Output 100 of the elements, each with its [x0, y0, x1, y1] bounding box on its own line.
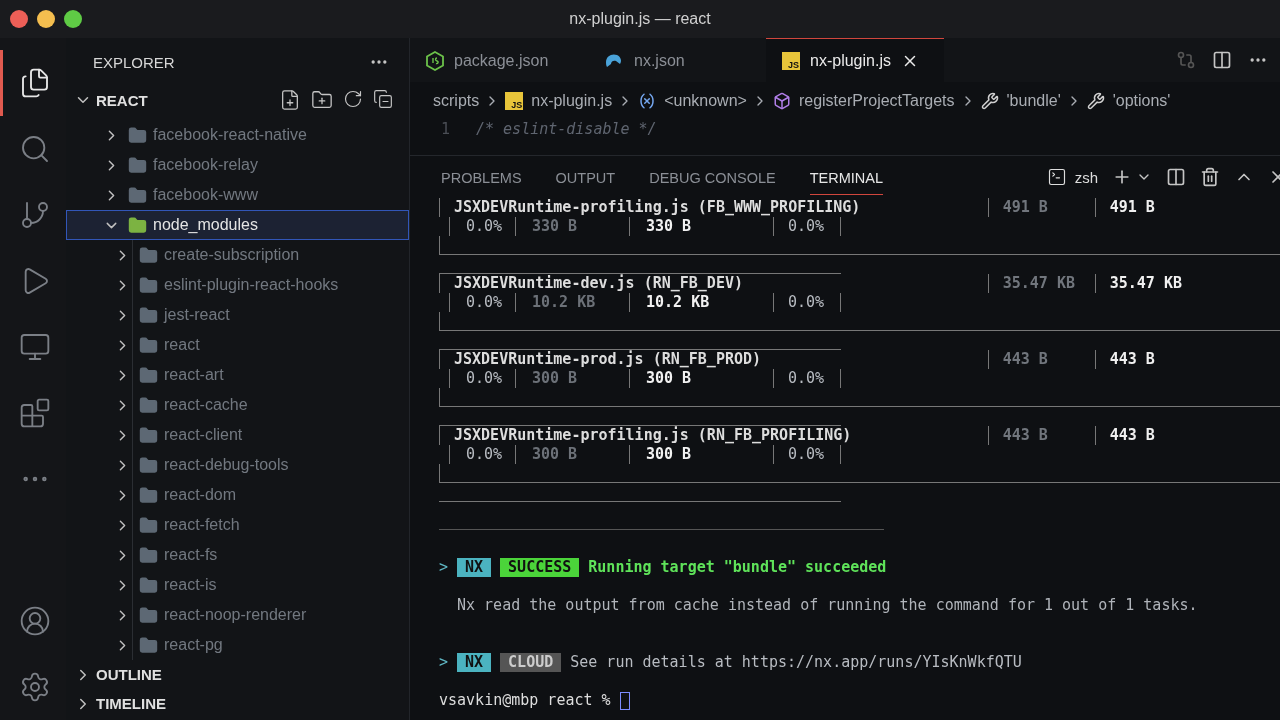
tree-item[interactable]: eslint-plugin-react-hooks	[66, 270, 409, 300]
item-name: react-debug-tools	[164, 456, 289, 474]
tree-item[interactable]: react-debug-tools	[66, 450, 409, 480]
panel-tab[interactable]: TERMINAL	[809, 159, 884, 195]
tree-item[interactable]: react-dom	[66, 480, 409, 510]
maximize-button[interactable]	[64, 10, 82, 28]
code-line: /* eslint-disable */	[476, 120, 657, 138]
close-button[interactable]	[10, 10, 28, 28]
folder-icon	[139, 575, 158, 595]
panel-tab[interactable]: OUTPUT	[555, 159, 616, 195]
tree-item[interactable]: react-fs	[66, 540, 409, 570]
cube-icon	[772, 92, 791, 110]
item-name: react-pg	[164, 636, 223, 654]
breadcrumb-item[interactable]: registerProjectTargets	[798, 92, 955, 110]
tree-item[interactable]: jest-react	[66, 300, 409, 330]
table-cell: 300 B	[646, 445, 692, 463]
js-icon: JS	[505, 92, 524, 110]
tree-item[interactable]: facebook-relay	[66, 150, 409, 180]
nx-icon	[604, 51, 624, 70]
table-cell: 330 B	[646, 217, 692, 235]
bundle-name: JSXDEVRuntime-prod.js (RN_FB_PROD)	[454, 350, 762, 368]
table-cell: 0.0%	[788, 369, 825, 387]
table-cell: 300 B	[532, 445, 578, 463]
item-name: react	[164, 336, 200, 354]
tree-item[interactable]: react-is	[66, 570, 409, 600]
split-icon[interactable]	[1212, 50, 1232, 70]
panel-tab[interactable]: DEBUG CONSOLE	[649, 159, 776, 195]
variable-icon	[638, 92, 657, 110]
item-name: react-fetch	[164, 516, 240, 534]
tree-item[interactable]: react-pg	[66, 630, 409, 660]
tree-item[interactable]: facebook-www	[66, 180, 409, 210]
line-number: 1	[439, 120, 451, 138]
tree-item[interactable]: react-client	[66, 420, 409, 450]
tree-item[interactable]: react-noop-renderer	[66, 600, 409, 630]
item-name: facebook-www	[153, 186, 258, 204]
folder-icon	[128, 125, 147, 145]
trash-icon[interactable]	[1200, 167, 1220, 187]
table-cell: 0.0%	[466, 217, 503, 235]
item-name: create-subscription	[164, 246, 300, 264]
breadcrumb-item[interactable]: <unknown>	[664, 92, 747, 110]
wrench-icon	[980, 92, 999, 110]
section-header[interactable]: REACT	[66, 86, 409, 114]
item-name: react-cache	[164, 396, 248, 414]
breadcrumb-item[interactable]: 'bundle'	[1006, 92, 1061, 110]
new-file-icon[interactable]	[279, 89, 301, 111]
size-value: 443 B	[1002, 426, 1048, 444]
bundle-name: JSXDEVRuntime-profiling.js (RN_FB_PROFILING)	[454, 426, 852, 444]
item-name: eslint-plugin-react-hooks	[164, 276, 339, 294]
terminal-icon	[1046, 167, 1067, 187]
folder-icon	[128, 155, 147, 175]
size-value: 443 B	[1109, 350, 1155, 368]
breadcrumb-item[interactable]: nx-plugin.js	[531, 92, 613, 110]
prompt-arrow: >	[439, 558, 449, 577]
size-value: 491 B	[1002, 198, 1048, 216]
folder-icon	[139, 245, 158, 265]
table-cell: 330 B	[532, 217, 578, 235]
editor-tab[interactable]: JS nx-plugin.js	[766, 38, 944, 82]
new-folder-icon[interactable]	[311, 89, 333, 111]
breadcrumb-item[interactable]: 'options'	[1112, 92, 1171, 110]
folder-icon	[139, 305, 158, 325]
table-cell: 0.0%	[788, 445, 825, 463]
table-cell: 0.0%	[466, 369, 503, 387]
status-tag: NX	[457, 558, 492, 577]
table-cell: 0.0%	[788, 293, 825, 311]
tree-item[interactable]: create-subscription	[66, 240, 409, 270]
collapse-icon[interactable]	[373, 89, 393, 111]
split-icon[interactable]	[1166, 167, 1186, 187]
section-header[interactable]: OUTLINE	[66, 660, 409, 689]
shell-prompt: vsavkin@mbp react %	[439, 691, 611, 710]
status-tag: SUCCESS	[500, 558, 580, 577]
section-header[interactable]: TIMELINE	[66, 689, 409, 718]
tree-item[interactable]: react-fetch	[66, 510, 409, 540]
table-cell: 300 B	[532, 369, 578, 387]
item-name: react-noop-renderer	[164, 606, 307, 624]
bundle-name: JSXDEVRuntime-dev.js (RN_FB_DEV)	[454, 274, 743, 292]
folder-icon	[139, 545, 158, 565]
bundle-name: JSXDEVRuntime-profiling.js (FB_WWW_PROFILING)	[454, 198, 861, 216]
size-value: 35.47 KB	[1002, 274, 1075, 292]
tree-item[interactable]: node_modules	[66, 210, 409, 240]
editor-tab[interactable]: nx.json	[588, 38, 766, 82]
shell-name[interactable]: zsh	[1074, 168, 1098, 186]
tree-item[interactable]: react	[66, 330, 409, 360]
compare-icon[interactable]	[1176, 50, 1196, 70]
size-value: 443 B	[1002, 350, 1048, 368]
tree-item[interactable]: react-art	[66, 360, 409, 390]
folder-icon	[139, 485, 158, 505]
prompt-arrow: >	[439, 653, 449, 672]
item-name: facebook-relay	[153, 156, 258, 174]
folder-icon	[139, 515, 158, 535]
item-name: react-is	[164, 576, 217, 594]
tree-item[interactable]: facebook-react-native	[66, 120, 409, 150]
breadcrumb-item[interactable]: scripts	[433, 92, 480, 110]
editor-tab[interactable]: package.json	[410, 38, 588, 82]
tree-item[interactable]: react-cache	[66, 390, 409, 420]
minimize-button[interactable]	[37, 10, 55, 28]
js-icon: JS	[782, 51, 800, 70]
table-cell: 10.2 KB	[532, 293, 596, 311]
folder-icon	[139, 395, 158, 415]
table-cell: 0.0%	[788, 217, 825, 235]
panel-tab[interactable]: PROBLEMS	[441, 159, 522, 195]
